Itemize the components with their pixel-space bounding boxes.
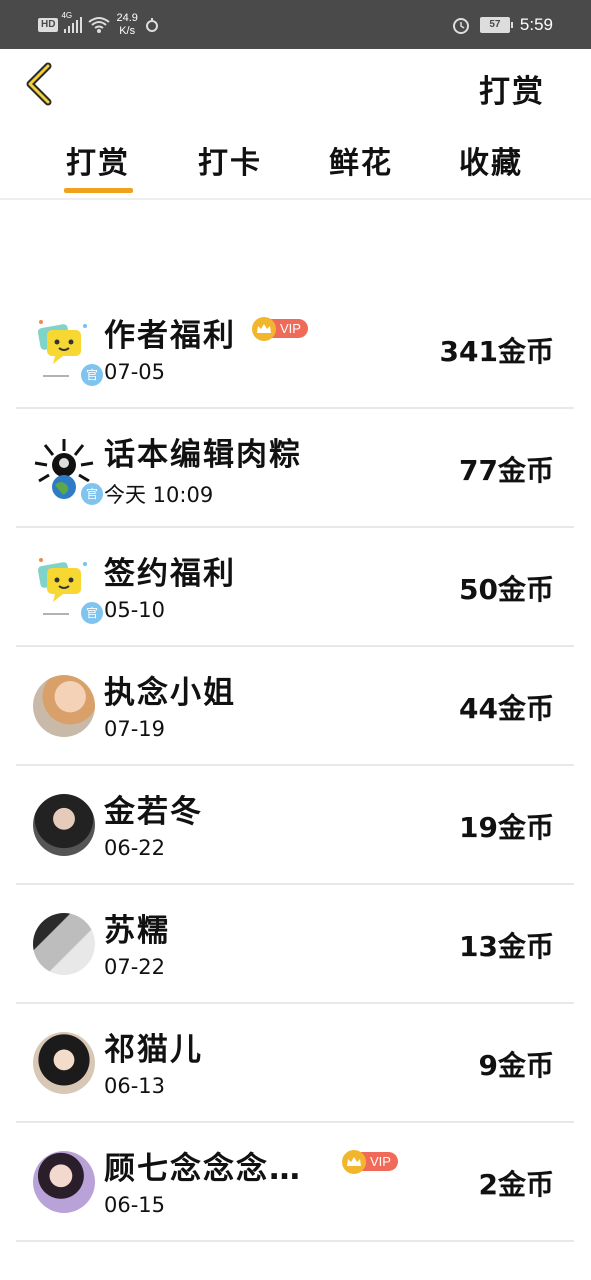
avatar	[33, 913, 95, 975]
speed-unit: K/s	[119, 25, 136, 37]
record-amount: 13金币	[459, 930, 554, 963]
tab-reward[interactable]: 打赏	[48, 138, 148, 182]
list-item[interactable]: 官 话本编辑肉粽 今天 10:09 77金币	[16, 409, 574, 528]
clock: 5:59	[519, 15, 553, 34]
page-title: 打赏	[479, 74, 545, 110]
vip-badge: VIP	[252, 316, 308, 341]
record-date: 05-10	[104, 598, 166, 622]
record-name: 签约福利	[104, 556, 236, 592]
list-item[interactable]: 苏糯 07-22 13金币	[16, 885, 574, 1004]
signal-icon: 4G	[61, 11, 83, 33]
tab-favorites[interactable]: 收藏	[441, 138, 541, 182]
record-amount: 19金币	[459, 811, 554, 844]
reward-list: 官 作者福利 VIP 07-05 341金币 官 话本编辑肉粽 今天 10:09…	[16, 290, 574, 1242]
record-date: 07-19	[104, 717, 166, 741]
speed-value: 24.9	[116, 12, 138, 24]
record-name: 作者福利	[104, 318, 236, 354]
status-bar: HD 4G 24.9 K/s 57 5:59	[0, 0, 591, 49]
alarm-icon	[452, 18, 469, 34]
hd-indicator: HD	[38, 18, 59, 32]
list-item[interactable]: 官 作者福利 VIP 07-05 341金币	[16, 290, 574, 409]
record-name: 苏糯	[104, 913, 170, 949]
record-date: 07-05	[104, 360, 166, 384]
crown-icon	[342, 1149, 366, 1174]
record-name: 执念小姐	[104, 675, 236, 711]
record-date: 07-22	[104, 955, 166, 979]
record-date: 06-22	[104, 836, 166, 860]
avatar	[33, 1151, 95, 1213]
network-speed: 24.9 K/s	[116, 12, 137, 38]
vip-badge: VIP	[342, 1149, 398, 1174]
list-item[interactable]: 金若冬 06-22 19金币	[16, 766, 574, 885]
avatar	[33, 1032, 95, 1094]
avatar	[33, 794, 95, 856]
list-item[interactable]: 执念小姐 07-19 44金币	[16, 647, 574, 766]
record-name: 祁猫儿	[104, 1032, 203, 1068]
official-badge: 官	[79, 481, 105, 507]
wifi-icon	[88, 17, 111, 33]
official-badge: 官	[79, 362, 105, 388]
status-bar-left: HD 4G 24.9 K/s	[38, 10, 160, 40]
list-item[interactable]: 官 签约福利 05-10 50金币	[16, 528, 574, 647]
avatar	[33, 675, 95, 737]
crown-icon	[252, 316, 276, 341]
record-amount: 50金币	[459, 573, 554, 606]
record-amount: 2金币	[478, 1168, 554, 1201]
tab-checkin[interactable]: 打卡	[180, 138, 280, 182]
battery-icon: 57	[479, 17, 513, 33]
list-item[interactable]: 顾七念念念… VIP 06-15 2金币	[16, 1123, 574, 1242]
record-amount: 77金币	[459, 454, 554, 487]
record-amount: 44金币	[459, 692, 554, 725]
sync-icon	[145, 18, 158, 32]
tab-flowers[interactable]: 鲜花	[311, 138, 411, 182]
record-amount: 341金币	[439, 335, 554, 368]
chevron-left-icon	[26, 62, 52, 106]
back-button[interactable]	[22, 62, 58, 106]
tab-bar: 打赏 打卡 鲜花 收藏	[0, 130, 591, 200]
record-name: 话本编辑肉粽	[104, 437, 302, 473]
official-badge: 官	[79, 600, 105, 626]
network-type: 4G	[61, 11, 73, 20]
record-date: 06-13	[104, 1074, 166, 1098]
record-amount: 9金币	[478, 1049, 554, 1082]
record-name: 金若冬	[104, 794, 203, 830]
record-date: 06-15	[104, 1193, 166, 1217]
record-date: 今天 10:09	[104, 483, 214, 507]
status-bar-right: 57 5:59	[452, 10, 553, 40]
list-item[interactable]: 祁猫儿 06-13 9金币	[16, 1004, 574, 1123]
active-tab-indicator	[64, 188, 133, 193]
record-name: 顾七念念念…	[104, 1151, 302, 1187]
